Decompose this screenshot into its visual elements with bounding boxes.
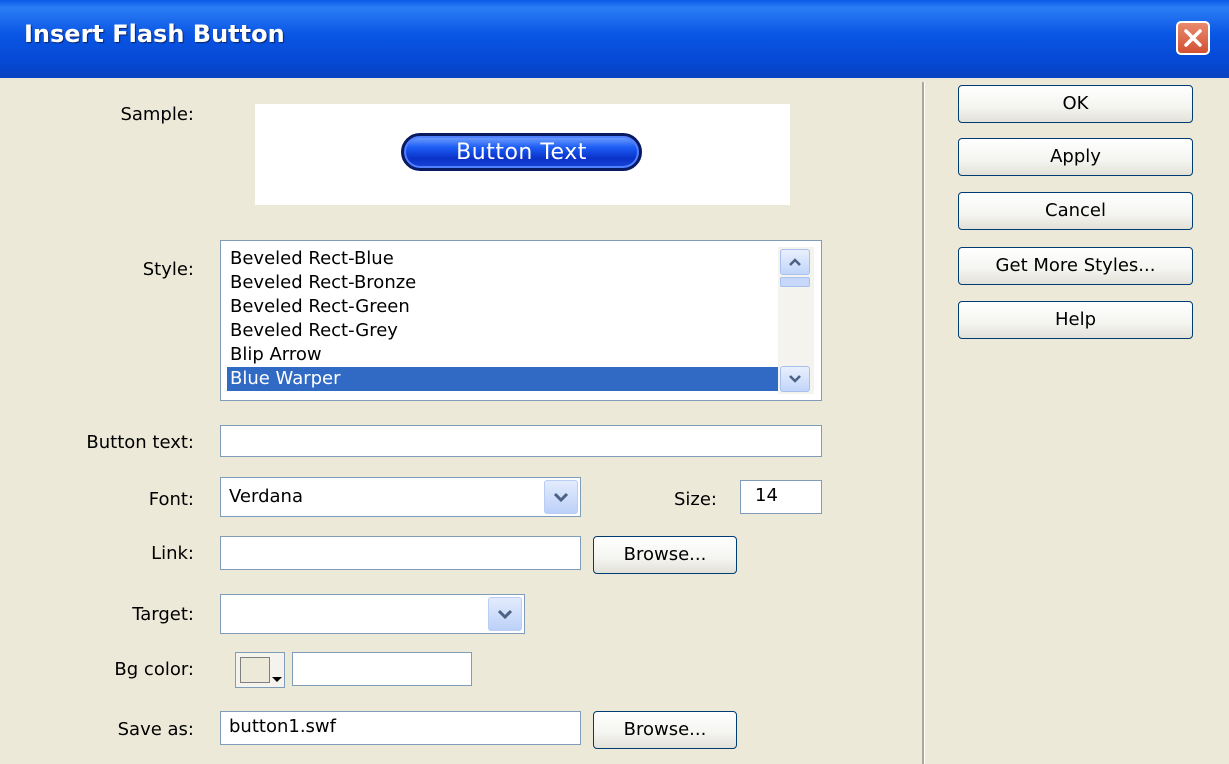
style-label: Style: bbox=[142, 259, 194, 280]
save-as-browse-button[interactable]: Browse... bbox=[593, 711, 737, 749]
style-item-beveled-rect-grey[interactable]: Beveled Rect-Grey bbox=[227, 319, 779, 343]
size-input[interactable]: 14 bbox=[740, 480, 822, 514]
help-button[interactable]: Help bbox=[958, 301, 1193, 339]
save-as-label: Save as: bbox=[117, 719, 194, 740]
insert-flash-button-dialog: Insert Flash Button Sample: Button Text … bbox=[0, 0, 1229, 764]
chevron-down-icon bbox=[497, 609, 513, 619]
cancel-button[interactable]: Cancel bbox=[958, 192, 1193, 230]
dialog-title: Insert Flash Button bbox=[24, 20, 285, 48]
bg-color-input[interactable] bbox=[292, 652, 472, 686]
bg-color-label: Bg color: bbox=[114, 659, 194, 680]
style-item-beveled-rect-blue[interactable]: Beveled Rect-Blue bbox=[227, 247, 779, 271]
title-bar[interactable]: Insert Flash Button bbox=[0, 0, 1229, 78]
link-input[interactable] bbox=[220, 536, 581, 570]
scroll-up-button[interactable] bbox=[780, 249, 810, 275]
style-scrollbar[interactable] bbox=[778, 247, 814, 394]
size-label: Size: bbox=[673, 489, 717, 510]
style-item-beveled-rect-green[interactable]: Beveled Rect-Green bbox=[227, 295, 779, 319]
target-dropdown-button[interactable] bbox=[488, 597, 522, 631]
sample-flash-button: Button Text bbox=[401, 133, 642, 171]
ok-button[interactable]: OK bbox=[958, 85, 1193, 123]
chevron-up-icon bbox=[789, 258, 801, 266]
sample-label: Sample: bbox=[120, 104, 194, 125]
target-label: Target: bbox=[132, 604, 194, 625]
font-select-value: Verdana bbox=[229, 486, 303, 507]
vertical-divider bbox=[922, 82, 924, 764]
button-text-label: Button text: bbox=[86, 432, 194, 453]
font-select[interactable]: Verdana bbox=[220, 477, 581, 517]
scroll-down-button[interactable] bbox=[780, 366, 810, 392]
style-item-beveled-rect-bronze[interactable]: Beveled Rect-Bronze bbox=[227, 271, 779, 295]
apply-button[interactable]: Apply bbox=[958, 138, 1193, 176]
dropdown-arrow-icon bbox=[272, 677, 282, 682]
target-select[interactable] bbox=[220, 594, 525, 634]
link-browse-button[interactable]: Browse... bbox=[593, 536, 737, 574]
font-label: Font: bbox=[148, 489, 194, 510]
style-list: Beveled Rect-Blue Beveled Rect-Bronze Be… bbox=[227, 247, 779, 394]
style-listbox[interactable]: Beveled Rect-Blue Beveled Rect-Bronze Be… bbox=[220, 240, 822, 401]
sample-preview: Button Text bbox=[255, 104, 790, 205]
style-item-blip-arrow[interactable]: Blip Arrow bbox=[227, 343, 779, 367]
chevron-down-icon bbox=[789, 375, 801, 383]
link-label: Link: bbox=[151, 543, 194, 564]
get-more-styles-button[interactable]: Get More Styles... bbox=[958, 247, 1193, 285]
save-as-input[interactable]: button1.swf bbox=[220, 711, 581, 745]
bg-color-picker[interactable] bbox=[235, 652, 285, 688]
color-swatch-icon bbox=[240, 657, 270, 683]
close-icon bbox=[1184, 29, 1202, 47]
style-item-blue-warper[interactable]: Blue Warper bbox=[227, 367, 779, 391]
button-text-input[interactable] bbox=[220, 425, 822, 457]
scroll-thumb[interactable] bbox=[780, 277, 810, 287]
close-button[interactable] bbox=[1176, 21, 1210, 55]
sample-button-text: Button Text bbox=[456, 140, 587, 165]
